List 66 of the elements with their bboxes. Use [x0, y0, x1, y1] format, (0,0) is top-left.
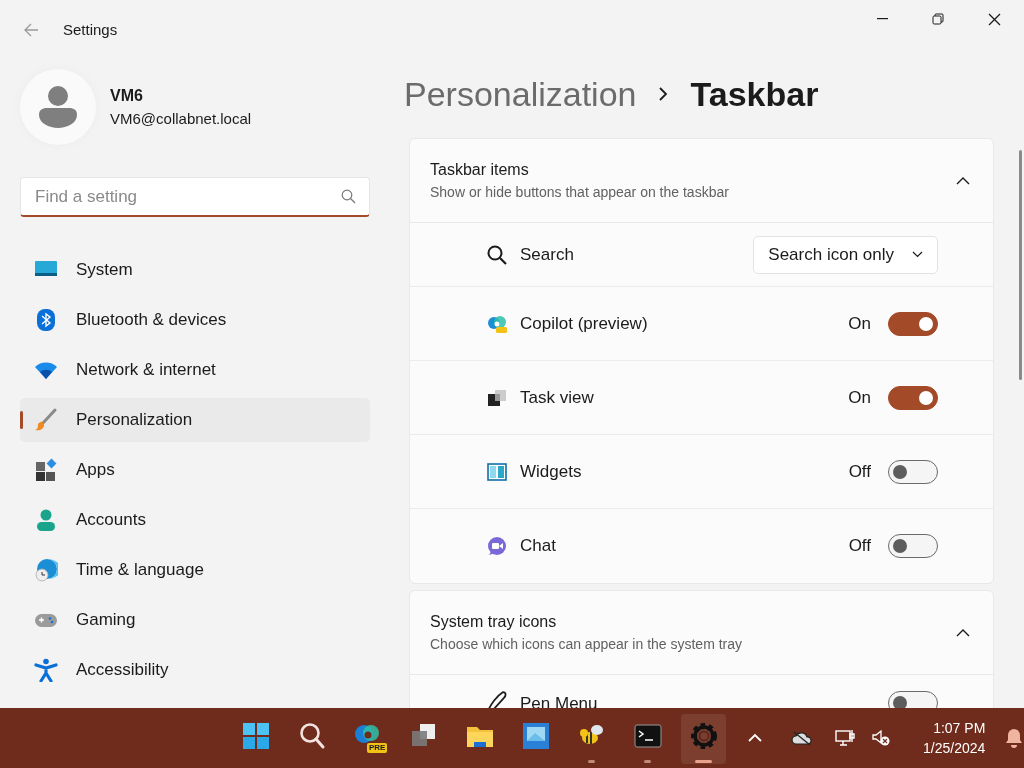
section-header[interactable]: Taskbar items Show or hide buttons that appear on the taskbar — [410, 139, 993, 223]
setting-label: Chat — [520, 535, 557, 558]
preview-tag: PRE — [367, 743, 388, 753]
user-email: VM6@collabnet.local — [110, 108, 252, 129]
toggle-switch[interactable] — [888, 385, 938, 410]
toggle-switch[interactable] — [888, 534, 938, 558]
apps-icon — [34, 458, 58, 482]
nav-item[interactable]: System — [20, 248, 370, 292]
section-header[interactable]: System tray icons Choose which icons can appear in the system tray — [410, 591, 993, 675]
accessibility-icon — [34, 658, 58, 682]
taskbar-button[interactable]: PRE — [345, 714, 390, 764]
scrollbar[interactable] — [1019, 150, 1022, 380]
nav-item[interactable]: Accessibility — [20, 648, 370, 692]
search-icon[interactable] — [341, 189, 356, 204]
toggle-state-text: On — [848, 386, 871, 409]
nav-item[interactable]: Bluetooth & devices — [20, 298, 370, 342]
bell-icon[interactable] — [1005, 728, 1024, 748]
globe-clock-icon — [34, 558, 58, 582]
toggle-switch[interactable] — [888, 311, 938, 336]
setting-label: Widgets — [520, 460, 583, 483]
chevron-up-icon — [955, 175, 971, 186]
section-title: Taskbar items — [430, 160, 530, 180]
chat-icon — [486, 535, 508, 557]
user-name: VM6 — [110, 85, 144, 106]
nav-item[interactable]: Time & language — [20, 548, 370, 592]
window-title: Settings — [63, 19, 118, 40]
section-subtitle: Show or hide buttons that appear on the taskbar — [430, 183, 730, 202]
search-icon — [486, 243, 508, 266]
minimize-icon — [876, 18, 888, 20]
chevron-up-icon — [955, 627, 971, 638]
start-icon — [240, 721, 271, 751]
gear-icon — [688, 721, 719, 751]
person-icon — [34, 508, 58, 532]
toggle-state-text: Off — [848, 460, 871, 483]
remote-desktop-icon — [520, 721, 551, 751]
nav-item[interactable]: Network & internet — [20, 348, 370, 392]
nav-item[interactable]: Apps — [20, 448, 370, 492]
nav-item[interactable]: Personalization — [20, 398, 370, 442]
restore-icon — [932, 13, 944, 25]
cloud-icon[interactable] — [789, 730, 815, 746]
paintbrush-icon — [34, 408, 58, 432]
toggle-state-text: Off — [848, 535, 871, 558]
close-icon — [987, 12, 1001, 26]
chevron-down-icon — [912, 251, 923, 258]
nav-item[interactable]: Gaming — [20, 598, 370, 642]
chevron-right-icon — [658, 86, 669, 102]
toggle-switch[interactable] — [888, 459, 938, 484]
search-field[interactable]: Find a setting — [20, 177, 370, 217]
toggle-state-text: On — [848, 312, 871, 335]
setting-label: Task view — [520, 386, 595, 409]
back-arrow-icon[interactable] — [23, 23, 39, 37]
section-title: System tray icons — [430, 612, 558, 632]
toggle-switch[interactable] — [888, 691, 938, 708]
clock[interactable]: 1:07 PM 1/25/2024 — [919, 718, 990, 758]
setting-label: Search — [520, 243, 575, 266]
page-title: Taskbar — [690, 73, 819, 115]
setting-label: Copilot (preview) — [520, 312, 649, 335]
taskbar-button[interactable] — [681, 714, 726, 764]
breadcrumb-link[interactable]: Personalization — [404, 68, 637, 120]
nav-item[interactable]: Accounts — [20, 498, 370, 542]
terminal-icon — [632, 721, 663, 751]
bluetooth-icon — [34, 308, 58, 332]
section-subtitle: Choose which icons can appear in the system tray — [430, 635, 744, 654]
widgets-icon — [486, 460, 508, 483]
pen-icon — [486, 691, 508, 708]
dropdown[interactable]: Search icon only — [753, 235, 938, 274]
